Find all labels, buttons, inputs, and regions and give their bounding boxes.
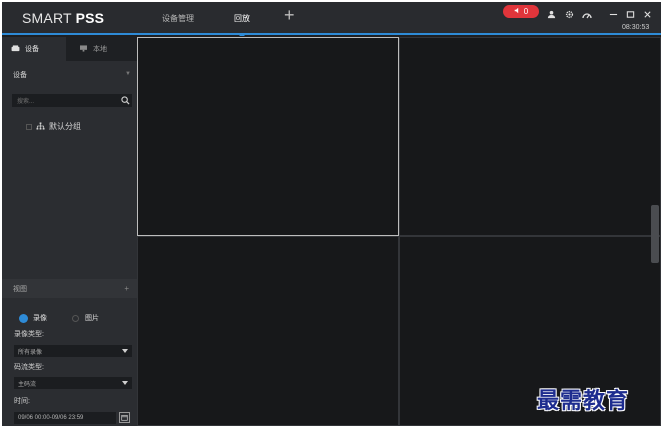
device-section-header[interactable]: 设备 ▼: [2, 66, 137, 84]
time-range-value: 09/06 00:00-09/06 23:59: [18, 415, 84, 421]
clock: 08:30:53: [622, 24, 650, 31]
dropdown-arrow-icon: [122, 349, 128, 353]
playback-grid: [137, 37, 661, 426]
search-icon[interactable]: [119, 94, 131, 107]
tab-playback[interactable]: 回放: [234, 13, 250, 36]
record-type-select[interactable]: 所有录像: [14, 345, 132, 357]
radio-record[interactable]: 录像: [20, 313, 47, 323]
alarm-count: 0: [523, 7, 529, 16]
title-bar: SMART PSS 设备管理 回放 + 0 08:30:53: [2, 2, 661, 36]
add-tab-button[interactable]: +: [284, 6, 295, 24]
stream-type-label: 码流类型:: [14, 364, 44, 371]
tab-local[interactable]: 本地: [70, 37, 134, 61]
watermark-logo: 最需教育: [537, 388, 630, 414]
record-type-value: 所有录像: [18, 349, 43, 356]
settings-gear-icon[interactable]: [565, 6, 575, 19]
dropdown-arrow-icon: [122, 381, 128, 385]
alarm-badge[interactable]: 0: [503, 5, 539, 18]
time-label: 时间:: [14, 398, 30, 405]
radio-image[interactable]: 图片: [72, 313, 99, 323]
tab-local-label: 本地: [93, 46, 107, 53]
collapse-caret-icon: ▼: [125, 71, 131, 77]
smart-pss-window: SMART PSS 设备管理 回放 + 0 08:30:53 设备 本地 设备 …: [2, 2, 661, 426]
side-panel-handle[interactable]: [651, 205, 659, 263]
logo-text-bold: PSS: [75, 10, 105, 26]
view-section-header[interactable]: 视图 +: [2, 279, 137, 298]
sidebar-tabs: 设备 本地: [2, 37, 137, 61]
close-icon[interactable]: [643, 6, 653, 18]
stream-type-value: 主码流: [18, 381, 37, 388]
alarm-icon: [514, 7, 521, 16]
tab-device-management[interactable]: 设备管理: [162, 13, 194, 24]
device-icon: [11, 44, 20, 54]
view-section-title: 视图: [13, 285, 27, 293]
performance-gauge-icon[interactable]: [582, 6, 592, 19]
stream-type-select[interactable]: 主码流: [14, 377, 132, 389]
video-window-3[interactable]: [137, 236, 399, 426]
tree-item-default-group[interactable]: 默认分组: [26, 121, 81, 132]
record-type-label: 录像类型:: [14, 331, 44, 338]
time-range-field[interactable]: 09/06 00:00-09/06 23:59: [14, 412, 116, 424]
search-input[interactable]: 搜索...: [12, 94, 132, 107]
logo-text: SMART: [22, 10, 72, 26]
tab-device-label: 设备: [25, 46, 39, 53]
video-window-2[interactable]: [399, 37, 661, 236]
local-monitor-icon: [79, 44, 88, 54]
user-icon[interactable]: [547, 6, 557, 19]
tree-checkbox[interactable]: [26, 123, 32, 130]
radio-image-label: 图片: [85, 315, 99, 322]
device-section-title: 设备: [13, 72, 27, 79]
maximize-icon[interactable]: [626, 6, 636, 18]
tab-device[interactable]: 设备: [2, 37, 66, 61]
minimize-icon[interactable]: [609, 6, 619, 16]
radio-record-label: 录像: [33, 315, 47, 322]
video-window-1[interactable]: [137, 37, 399, 236]
tree-item-label: 默认分组: [49, 122, 81, 131]
radio-image-indicator[interactable]: [72, 314, 79, 322]
search-placeholder: 搜索...: [17, 99, 35, 105]
add-view-icon[interactable]: +: [124, 284, 129, 293]
calendar-icon[interactable]: [119, 412, 130, 423]
app-logo: SMART PSS: [22, 10, 104, 26]
radio-record-indicator[interactable]: [20, 314, 27, 322]
group-tree-icon: [36, 121, 45, 132]
sidebar: 设备 本地 设备 ▼ 搜索... 默认分组 视图 + 录像 图片 录像类型: 所…: [2, 37, 137, 426]
